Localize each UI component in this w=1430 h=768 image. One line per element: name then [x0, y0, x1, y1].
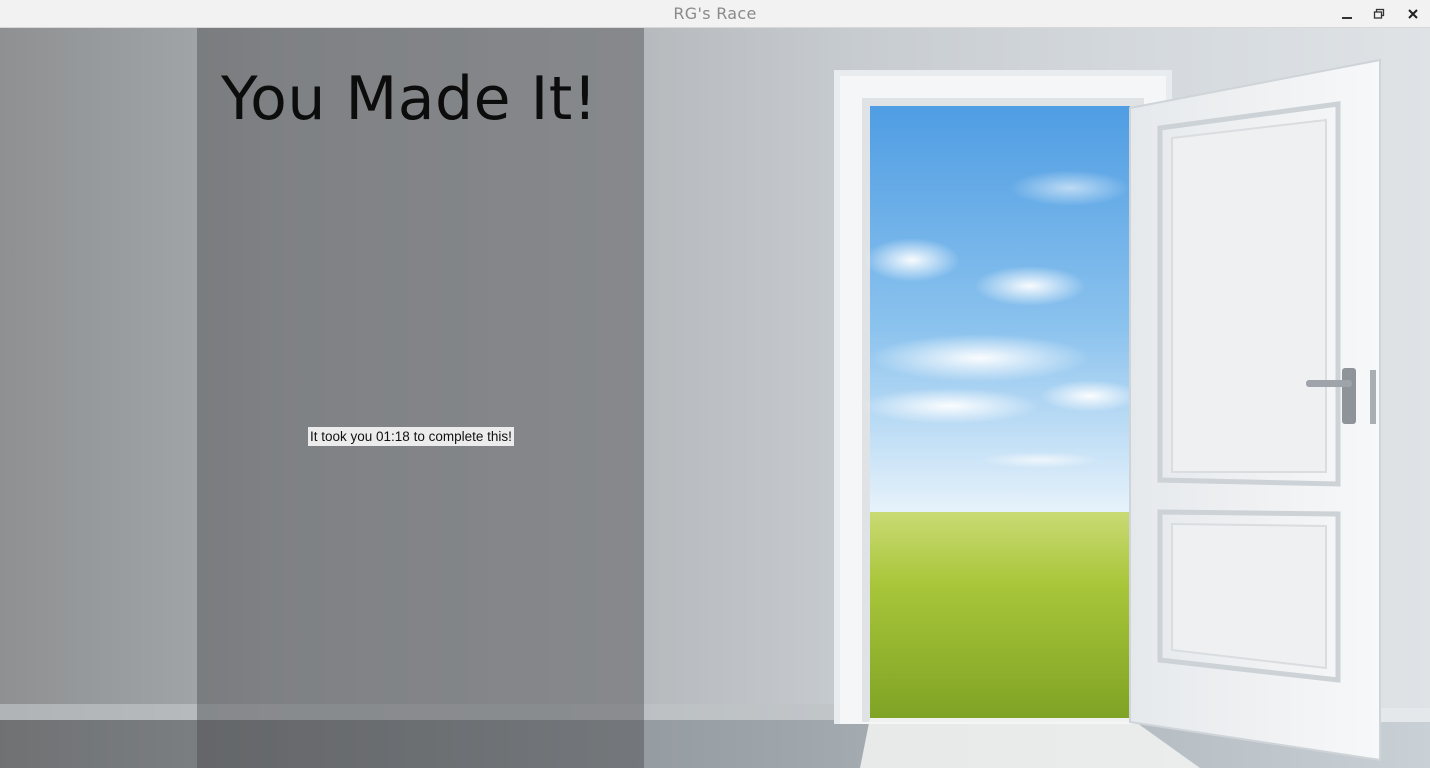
minimize-button[interactable] [1336, 4, 1358, 24]
minimize-icon [1341, 5, 1353, 24]
completion-headline: You Made It! [221, 64, 598, 134]
overlay-panel [197, 28, 644, 768]
close-icon [1407, 5, 1419, 24]
app-window: RG's Race You Made It! It took you 01:18… [0, 0, 1430, 768]
maximize-button[interactable] [1368, 4, 1390, 24]
title-bar[interactable]: RG's Race [0, 0, 1430, 28]
game-scene: You Made It! It took you 01:18 to comple… [0, 28, 1430, 768]
window-title: RG's Race [673, 4, 757, 23]
close-button[interactable] [1402, 4, 1424, 24]
restore-icon [1373, 5, 1385, 24]
completion-time-label: It took you 01:18 to complete this! [308, 427, 514, 446]
